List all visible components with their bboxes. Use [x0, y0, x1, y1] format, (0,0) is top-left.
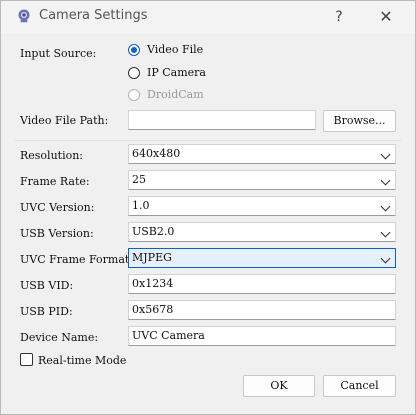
- section-divider: [15, 140, 401, 141]
- dropdown-value: 640x480: [132, 147, 181, 160]
- window-title: Camera Settings: [39, 8, 148, 23]
- chevron-down-icon: [380, 149, 391, 160]
- usb-pid-label: USB PID:: [20, 305, 73, 318]
- radio-label: Video File: [147, 43, 204, 56]
- dropdown-value: MJPEG: [132, 251, 172, 264]
- radio-label: IP Camera: [147, 66, 206, 79]
- title-bar: Camera Settings ? ✕: [1, 1, 415, 33]
- device-name-input[interactable]: UVC Camera: [128, 326, 396, 346]
- radio-label: DroidCam: [147, 88, 204, 101]
- uvc-frame-format-label: UVC Frame Format:: [20, 253, 134, 266]
- video-file-path-label: Video File Path:: [20, 114, 109, 127]
- browse-button[interactable]: Browse...: [323, 110, 396, 132]
- input-source-label: Input Source:: [20, 47, 97, 60]
- realtime-mode-checkbox[interactable]: [20, 353, 33, 366]
- radio-button-checked[interactable]: [128, 44, 140, 56]
- usb-version-label: USB Version:: [20, 227, 94, 240]
- radio-button-disabled: [128, 89, 140, 101]
- close-button[interactable]: ✕: [368, 3, 404, 31]
- uvc-frame-format-dropdown[interactable]: MJPEG: [128, 248, 396, 268]
- frame-rate-label: Frame Rate:: [20, 175, 90, 188]
- uvc-version-dropdown[interactable]: 1.0: [128, 196, 396, 216]
- usb-pid-input[interactable]: 0x5678: [128, 300, 396, 320]
- resolution-dropdown[interactable]: 640x480: [128, 144, 396, 164]
- help-button[interactable]: ?: [321, 3, 357, 31]
- dropdown-value: 25: [132, 173, 146, 186]
- device-name-label: Device Name:: [20, 331, 99, 344]
- video-file-path-input[interactable]: [128, 110, 316, 130]
- ok-button[interactable]: OK: [243, 375, 315, 397]
- dropdown-value: 1.0: [132, 199, 150, 212]
- chevron-down-icon: [380, 227, 391, 238]
- camera-settings-dialog: Camera Settings ? ✕ Input Source: Video …: [0, 0, 416, 415]
- uvc-version-label: UVC Version:: [20, 201, 95, 214]
- usb-vid-label: USB VID:: [20, 279, 74, 292]
- cancel-button[interactable]: Cancel: [323, 375, 396, 397]
- resolution-label: Resolution:: [20, 149, 84, 162]
- realtime-mode-label: Real-time Mode: [38, 354, 127, 367]
- radio-button[interactable]: [128, 67, 140, 79]
- frame-rate-dropdown[interactable]: 25: [128, 170, 396, 190]
- camera-icon: [18, 9, 30, 23]
- chevron-down-icon: [380, 201, 391, 212]
- chevron-down-icon: [380, 253, 391, 264]
- chevron-down-icon: [380, 175, 391, 186]
- dropdown-value: USB2.0: [132, 225, 175, 238]
- usb-vid-input[interactable]: 0x1234: [128, 274, 396, 294]
- usb-version-dropdown[interactable]: USB2.0: [128, 222, 396, 242]
